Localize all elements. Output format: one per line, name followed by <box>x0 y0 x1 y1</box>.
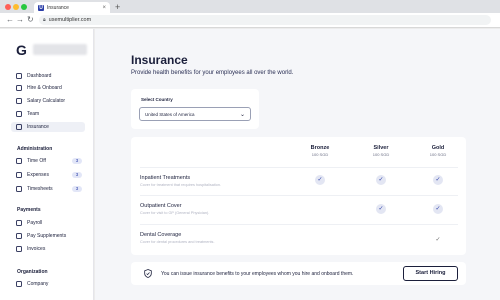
sidebar-item-label: Payroll <box>27 220 43 226</box>
plan-name: Silver <box>373 145 389 151</box>
coverage-title-dental: Dental Coverage <box>140 232 182 238</box>
sidebar-item-company[interactable]: Company <box>11 279 85 289</box>
checkmark-icon: ✓ <box>433 204 443 214</box>
team-icon <box>16 111 22 117</box>
sidebar-item-label: Insurance <box>27 124 49 130</box>
browser-tab[interactable]: U Insurance × <box>34 2 110 13</box>
minimize-window-button[interactable] <box>13 4 19 10</box>
url-text: usemultiplier.com <box>48 17 92 23</box>
coverage-title-inpatient: Inpatient Treatments <box>140 175 191 181</box>
sidebar-item-invoices[interactable]: Invoices <box>11 244 85 254</box>
coverage-description: Cover for treatment that requires hospit… <box>140 183 222 187</box>
tab-title: Insurance <box>47 4 69 11</box>
new-tab-button[interactable]: + <box>115 2 120 12</box>
chevron-down-icon: ⌄ <box>239 111 245 118</box>
main-content: Insurance Provide health benefits for yo… <box>95 29 500 300</box>
coverage-description: Cover for dental procedures and treatmen… <box>140 240 215 244</box>
page-subtitle: Provide health benefits for your employe… <box>131 70 294 76</box>
favicon-icon: U <box>38 4 44 11</box>
company-icon <box>16 281 22 287</box>
organization-name-placeholder <box>33 44 87 55</box>
coverage-description: Cover for visit to GP (General Physician… <box>140 211 210 215</box>
checkmark-icon: ✓ <box>435 237 441 243</box>
checkmark-icon: ✓ <box>433 175 443 185</box>
row-divider <box>140 195 458 196</box>
plan-price: 100 SGD <box>372 152 390 157</box>
maximize-window-button[interactable] <box>21 4 27 10</box>
plan-price: 100 SGD <box>311 152 329 157</box>
browser-tab-bar: U Insurance × + <box>0 0 500 13</box>
sidebar-item-label: Invoices <box>27 246 46 252</box>
sidebar-item-payroll[interactable]: Payroll <box>11 218 85 228</box>
count-badge: 3 <box>72 172 82 178</box>
expenses-icon <box>16 172 22 178</box>
hiring-banner: You can issue insurance benefits to your… <box>131 262 466 285</box>
invoices-icon <box>16 246 22 252</box>
plan-name: Gold <box>431 145 445 151</box>
sidebar-item-salary-calculator[interactable]: Salary Calculator <box>11 96 85 106</box>
plan-name: Bronze <box>310 145 330 151</box>
checkmark-icon: ✓ <box>376 204 386 214</box>
browser-toolbar: ← → ↻ 🔒︎ usemultiplier.com <box>0 13 500 28</box>
row-divider <box>140 167 458 168</box>
section-title-organization: Organization <box>17 269 48 275</box>
count-badge: 3 <box>72 158 82 164</box>
country-selector-card: Select Country United States of America … <box>131 89 259 129</box>
plan-price: 100 SGD <box>429 152 447 157</box>
sidebar-item-insurance[interactable]: Insurance <box>11 122 85 132</box>
lock-icon: 🔒︎ <box>43 17 46 23</box>
sidebar-item-pay-supplements[interactable]: Pay Supplements <box>11 231 85 241</box>
hire-icon <box>16 85 22 91</box>
country-label: Select Country <box>141 97 173 102</box>
sidebar-item-dashboard[interactable]: Dashboard <box>11 71 85 81</box>
shield-icon <box>16 124 22 130</box>
sidebar-item-label: Team <box>27 111 40 117</box>
plan-header-gold: Gold 100 SGD <box>418 145 458 157</box>
sidebar-item-label: Hire & Onboard <box>27 85 62 91</box>
reload-icon[interactable]: ↻ <box>27 15 34 25</box>
plan-header-bronze: Bronze 100 SGD <box>300 145 340 157</box>
calculator-icon <box>16 98 22 104</box>
back-arrow-icon[interactable]: ← <box>6 15 14 25</box>
payroll-icon <box>16 220 22 226</box>
checkmark-icon: ✓ <box>376 175 386 185</box>
sidebar-item-label: Salary Calculator <box>27 98 66 104</box>
count-badge: 3 <box>72 186 82 192</box>
section-title-administration: Administration <box>17 146 53 152</box>
row-divider <box>140 224 458 225</box>
sidebar-item-label: Dashboard <box>27 73 52 79</box>
address-bar[interactable]: 🔒︎ usemultiplier.com <box>39 15 491 25</box>
close-tab-icon[interactable]: × <box>102 5 106 11</box>
dashboard-icon <box>16 73 22 79</box>
time-off-icon <box>16 158 22 164</box>
coverage-title-outpatient: Outpatient Cover <box>140 203 182 209</box>
forward-arrow-icon[interactable]: → <box>16 15 24 25</box>
sidebar: G Dashboard Hire & Onboard Salary Calcul… <box>0 29 94 300</box>
sidebar-item-label: Pay Supplements <box>27 233 67 239</box>
plan-header-silver: Silver 100 SGD <box>361 145 401 157</box>
sidebar-item-label: Company <box>27 281 49 287</box>
section-title-payments: Payments <box>17 207 41 213</box>
sidebar-item-label: Expenses <box>27 172 49 178</box>
sidebar-item-time-off[interactable]: Time Off 3 <box>11 156 85 166</box>
timesheets-icon <box>16 186 22 192</box>
sidebar-item-expenses[interactable]: Expenses 3 <box>11 170 85 180</box>
country-value: United States of America <box>145 111 195 117</box>
banner-text: You can issue insurance benefits to your… <box>161 271 354 277</box>
insurance-plans-table: Bronze 100 SGD Silver 100 SGD Gold 100 S… <box>131 137 466 255</box>
sidebar-item-timesheets[interactable]: Timesheets 3 <box>11 184 85 194</box>
start-hiring-button[interactable]: Start Hiring <box>403 266 458 281</box>
pay-supplements-icon <box>16 233 22 239</box>
close-window-button[interactable] <box>5 4 11 10</box>
company-logo[interactable]: G <box>16 42 27 58</box>
sidebar-item-label: Timesheets <box>27 186 53 192</box>
sidebar-item-team[interactable]: Team <box>11 109 85 119</box>
page-title: Insurance <box>131 53 188 67</box>
country-dropdown[interactable]: United States of America ⌄ <box>139 107 251 121</box>
sidebar-item-label: Time Off <box>27 158 46 164</box>
checkmark-icon: ✓ <box>315 175 325 185</box>
sidebar-item-hire-onboard[interactable]: Hire & Onboard <box>11 83 85 93</box>
shield-icon <box>144 269 152 278</box>
